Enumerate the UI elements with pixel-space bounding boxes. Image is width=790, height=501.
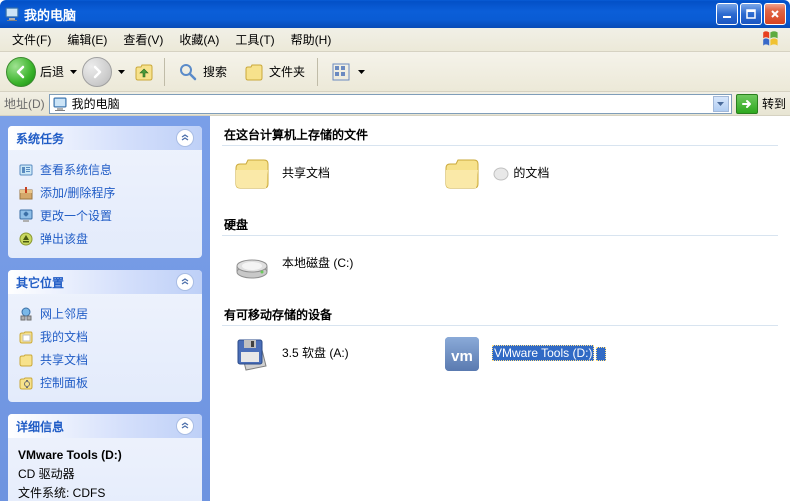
address-bar: 地址(D) 我的电脑 转到 [0, 92, 790, 116]
chevron-up-icon [176, 417, 194, 435]
task-control-panel[interactable]: 控制面板 [18, 371, 192, 394]
item-local-disk-c[interactable]: 本地磁盘 (C:) [232, 244, 412, 284]
task-shared-docs[interactable]: 共享文档 [18, 348, 192, 371]
task-network[interactable]: 网上邻居 [18, 302, 192, 325]
address-label: 地址(D) [4, 95, 45, 112]
menu-help[interactable]: 帮助(H) [283, 29, 340, 50]
panel-other-places: 其它位置 网上邻居 我的文档 共享文档 控制面板 [8, 270, 202, 402]
svg-text:vm: vm [451, 348, 473, 365]
task-label: 弹出该盘 [40, 230, 88, 247]
network-icon [18, 306, 34, 322]
panel-details: 详细信息 VMware Tools (D:) CD 驱动器 文件系统: CDFS… [8, 414, 202, 501]
item-user-docs[interactable]: 的文档 [442, 154, 622, 194]
section-stored-files: 在这台计算机上存储的文件 [222, 122, 778, 146]
computer-icon [52, 96, 68, 112]
maximize-button[interactable] [740, 3, 762, 25]
task-eject[interactable]: 弹出该盘 [18, 227, 192, 250]
settings-icon [18, 208, 34, 224]
menu-file[interactable]: 文件(F) [4, 29, 59, 50]
back-label: 后退 [40, 63, 64, 80]
folder-icon [18, 352, 34, 368]
address-dropdown[interactable] [713, 96, 729, 112]
task-label: 我的文档 [40, 328, 88, 345]
menu-edit[interactable]: 编辑(E) [59, 29, 115, 50]
menu-favorites[interactable]: 收藏(A) [171, 29, 227, 50]
folder-icon [18, 329, 34, 345]
folders-button[interactable]: 文件夹 [237, 58, 311, 86]
section-removable: 有可移动存储的设备 [222, 302, 778, 326]
search-button[interactable]: 搜索 [171, 58, 233, 86]
task-system-info[interactable]: 查看系统信息 [18, 158, 192, 181]
forward-button[interactable] [82, 57, 112, 87]
info-icon [18, 162, 34, 178]
content-area: 在这台计算机上存储的文件 共享文档 的文档 硬盘 [210, 116, 790, 501]
item-vmware-tools-d[interactable]: vm VMware Tools (D:) [442, 334, 622, 374]
item-floppy-a[interactable]: 3.5 软盘 (A:) [232, 334, 412, 374]
task-label: 添加/删除程序 [40, 184, 115, 201]
address-value: 我的电脑 [72, 95, 120, 112]
window-title: 我的电脑 [24, 5, 716, 24]
eject-icon [18, 231, 34, 247]
views-button[interactable] [324, 58, 371, 86]
folder-icon [442, 154, 482, 194]
title-bar: 我的电脑 [0, 0, 790, 28]
panel-header-details[interactable]: 详细信息 [8, 414, 202, 438]
task-label: 共享文档 [40, 351, 88, 368]
task-add-remove[interactable]: 添加/删除程序 [18, 181, 192, 204]
panel-header-system-tasks[interactable]: 系统任务 [8, 126, 202, 150]
separator [317, 58, 318, 86]
panel-header-other-places[interactable]: 其它位置 [8, 270, 202, 294]
go-label: 转到 [762, 95, 786, 112]
vm-icon: vm [442, 334, 482, 374]
windows-flag-icon [762, 30, 786, 50]
task-label: 控制面板 [40, 374, 88, 391]
details-type: CD 驱动器 [18, 465, 192, 484]
selection-grip-icon [596, 347, 606, 361]
task-label: 更改一个设置 [40, 207, 112, 224]
up-button[interactable] [130, 58, 158, 86]
folders-label: 文件夹 [269, 63, 305, 80]
menu-view[interactable]: 查看(V) [115, 29, 171, 50]
panel-title: 其它位置 [16, 274, 64, 291]
task-my-documents[interactable]: 我的文档 [18, 325, 192, 348]
minimize-button[interactable] [716, 3, 738, 25]
panel-system-tasks: 系统任务 查看系统信息 添加/删除程序 更改一个设置 弹出该 [8, 126, 202, 258]
menu-bar: 文件(F) 编辑(E) 查看(V) 收藏(A) 工具(T) 帮助(H) [0, 28, 790, 52]
task-change-setting[interactable]: 更改一个设置 [18, 204, 192, 227]
details-name: VMware Tools (D:) [18, 446, 192, 465]
computer-icon [4, 6, 20, 22]
panel-title: 详细信息 [16, 418, 64, 435]
back-dropdown[interactable] [68, 70, 78, 74]
separator [164, 58, 165, 86]
go-button[interactable] [736, 94, 758, 114]
package-icon [18, 185, 34, 201]
section-hard-drives: 硬盘 [222, 212, 778, 236]
toolbar: 后退 搜索 文件夹 [0, 52, 790, 92]
close-button[interactable] [764, 3, 786, 25]
control-panel-icon [18, 375, 34, 391]
item-label: VMware Tools (D:) [492, 346, 606, 362]
item-label: 共享文档 [282, 166, 330, 182]
item-label: 本地磁盘 (C:) [282, 256, 353, 272]
forward-dropdown[interactable] [116, 70, 126, 74]
chevron-up-icon [176, 273, 194, 291]
user-icon [492, 166, 510, 182]
details-filesystem: 文件系统: CDFS [18, 484, 192, 501]
address-input[interactable]: 我的电脑 [49, 94, 732, 114]
floppy-icon [232, 334, 272, 374]
folder-icon [232, 154, 272, 194]
chevron-up-icon [176, 129, 194, 147]
hard-drive-icon [232, 244, 272, 284]
back-button[interactable] [6, 57, 36, 87]
task-label: 网上邻居 [40, 305, 88, 322]
menu-tools[interactable]: 工具(T) [227, 29, 282, 50]
sidebar: 系统任务 查看系统信息 添加/删除程序 更改一个设置 弹出该 [0, 116, 210, 501]
item-label: 的文档 [492, 166, 549, 182]
search-label: 搜索 [203, 63, 227, 80]
item-label: 3.5 软盘 (A:) [282, 346, 349, 362]
panel-title: 系统任务 [16, 130, 64, 147]
task-label: 查看系统信息 [40, 161, 112, 178]
item-shared-docs[interactable]: 共享文档 [232, 154, 412, 194]
